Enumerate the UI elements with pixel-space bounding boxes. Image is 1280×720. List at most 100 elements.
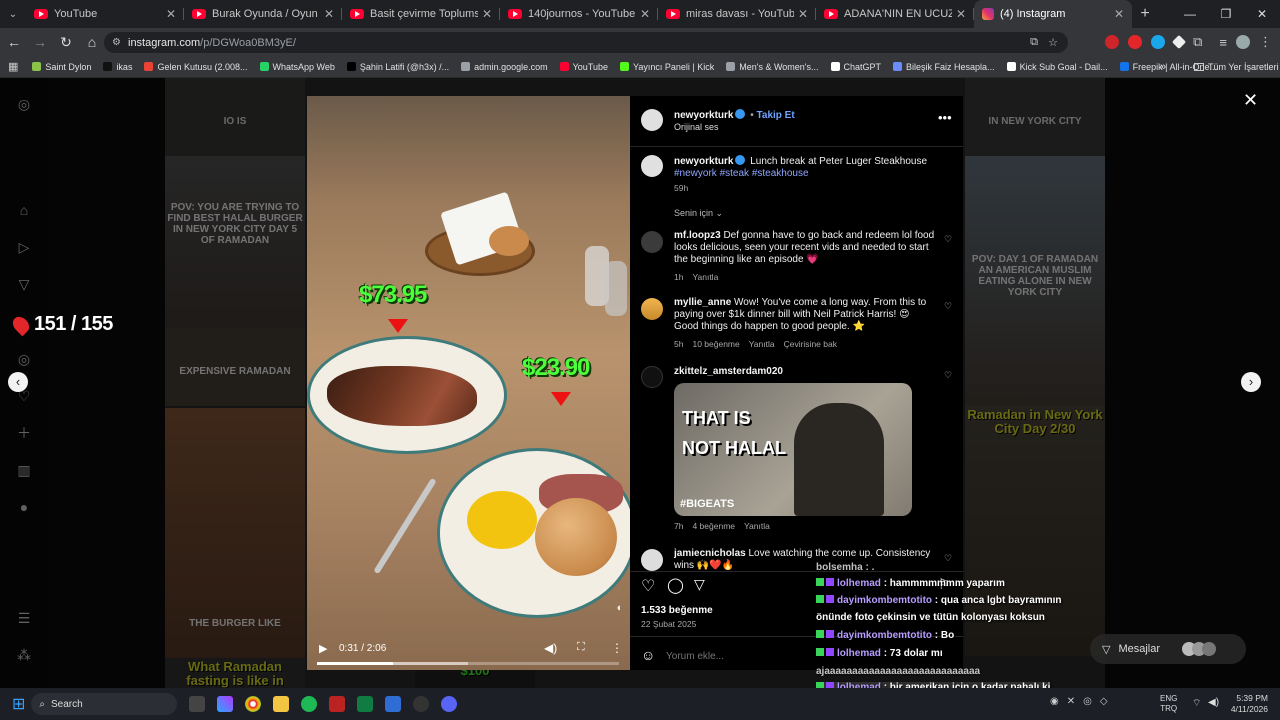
browser-tab[interactable]: Basit çevirme Toplumsal olaya ✕: [342, 0, 500, 28]
next-post-button[interactable]: ›: [1241, 372, 1261, 392]
bookmark-item[interactable]: ikas: [103, 62, 132, 72]
forward-icon[interactable]: →: [28, 34, 52, 50]
bookmark-item[interactable]: Kick Sub Goal - Dail...: [1006, 62, 1108, 72]
task-view-icon[interactable]: [189, 696, 206, 712]
commenter-avatar[interactable]: [641, 366, 663, 388]
tab-close-icon[interactable]: ✕: [166, 7, 176, 21]
extension-icon[interactable]: [1105, 35, 1120, 49]
tab-close-icon[interactable]: ✕: [956, 7, 966, 21]
volume-bubble-icon[interactable]: ◖: [615, 602, 622, 614]
clock[interactable]: 5:39 PM 4/11/2026: [1222, 693, 1268, 715]
spotify-icon[interactable]: [301, 696, 318, 712]
restore-icon[interactable]: ❐: [1208, 0, 1244, 28]
bookmark-item[interactable]: Gelen Kutusu (2.008...: [144, 62, 248, 72]
bookmark-item[interactable]: WhatsApp Web: [259, 62, 335, 72]
caption-username[interactable]: newyorkturk: [674, 156, 733, 167]
windows-start-icon[interactable]: ⊞: [12, 694, 25, 714]
comment-username[interactable]: myllie_anne: [674, 297, 731, 308]
url-field[interactable]: ⚙ instagram.com/p/DGWoa0BM3yE/ ⧉ ☆: [104, 32, 1068, 53]
audio-label[interactable]: Orijinal ses: [674, 122, 719, 132]
tray-icon[interactable]: ◎: [1083, 696, 1092, 707]
extension-icon[interactable]: [1128, 35, 1143, 49]
copilot-icon[interactable]: [217, 696, 234, 712]
comment-icon[interactable]: ◯: [667, 576, 684, 594]
comment-username[interactable]: zkittelz_amsterdam020: [674, 366, 783, 377]
reply-link[interactable]: Yanıtla: [749, 339, 775, 349]
follow-button[interactable]: Takip Et: [757, 110, 795, 121]
like-count[interactable]: 1.533 beğenme: [641, 605, 713, 616]
browser-tab[interactable]: (4) Instagram ✕: [974, 0, 1132, 28]
comment-like-icon[interactable]: ♡: [944, 301, 952, 312]
steam-icon[interactable]: ◉: [1050, 696, 1059, 707]
comment-likes[interactable]: 10 beğenme: [692, 339, 739, 349]
comment-username[interactable]: mf.loopz3: [674, 230, 721, 241]
extension-icon[interactable]: [1151, 35, 1166, 49]
reply-link[interactable]: Yanıtla: [692, 272, 718, 282]
all-bookmarks[interactable]: Tüm Yer İşaretleri: [1194, 62, 1279, 72]
taskbar-search[interactable]: ⌕ Search: [31, 693, 178, 715]
puzzle-icon[interactable]: ⧉: [1193, 34, 1202, 50]
bookmark-item[interactable]: Saint Dylon: [32, 62, 91, 72]
close-window-icon[interactable]: ✕: [1244, 0, 1280, 28]
tab-close-icon[interactable]: ✕: [640, 7, 650, 21]
comment-gif[interactable]: THAT IS NOT HALAL #BIGEATS: [674, 383, 912, 516]
author-avatar[interactable]: [641, 109, 663, 131]
browser-tab[interactable]: Burak Oyunda / Oyun Fatihi - D ✕: [184, 0, 342, 28]
reload-icon[interactable]: ↻: [54, 34, 78, 51]
bookmark-item[interactable]: Men's & Women's...: [726, 62, 819, 72]
browser-tab[interactable]: ADANA'NIN EN UCUZ VE EN P ✕: [816, 0, 974, 28]
comment-like-icon[interactable]: ♡: [944, 553, 952, 564]
like-icon[interactable]: ♡: [641, 576, 655, 596]
bookmark-item[interactable]: ChatGPT: [830, 62, 881, 72]
comment-likes[interactable]: 4 beğenme: [692, 521, 735, 531]
excel-icon[interactable]: [357, 696, 374, 712]
reply-link[interactable]: Yanıtla: [744, 521, 770, 531]
minimize-icon[interactable]: —: [1172, 0, 1208, 28]
seek-bar[interactable]: [317, 662, 619, 665]
commenter-avatar[interactable]: [641, 231, 663, 253]
app-icon[interactable]: [329, 696, 346, 712]
tab-close-icon[interactable]: ✕: [1114, 7, 1124, 21]
bookmark-item[interactable]: Bileşik Faiz Hesapla...: [893, 62, 995, 72]
network-icon[interactable]: ⌔: [1192, 697, 1201, 710]
translate-link[interactable]: Çevirisine bak: [784, 339, 837, 349]
caption-hashtags[interactable]: #newyork #steak #steakhouse: [674, 168, 809, 179]
tab-search-icon[interactable]: ⌄: [0, 0, 26, 28]
fullscreen-icon[interactable]: ⛶: [577, 641, 585, 654]
menu-dots-icon[interactable]: ⋮: [1259, 34, 1272, 50]
volume-icon[interactable]: ◀): [1208, 697, 1219, 708]
more-options-icon[interactable]: ⋮: [611, 641, 623, 655]
app-icon[interactable]: [385, 696, 402, 712]
tray-icon[interactable]: ◇: [1100, 696, 1108, 707]
reel-video[interactable]: $73.95 $23.90 ◖ ▶ 0:31 / 2:06 ◀) ⛶ ⋮: [307, 96, 630, 670]
back-icon[interactable]: ←: [2, 34, 26, 50]
tab-close-icon[interactable]: ✕: [324, 7, 334, 21]
browser-tab[interactable]: 140journos - YouTube ✕: [500, 0, 658, 28]
commenter-avatar[interactable]: [641, 549, 663, 571]
tab-close-icon[interactable]: ✕: [482, 7, 492, 21]
reading-list-icon[interactable]: ≡: [1219, 35, 1227, 50]
home-icon[interactable]: ⌂: [80, 34, 104, 50]
bookmark-item[interactable]: admin.google.com: [461, 62, 548, 72]
comment-username[interactable]: jamiecnicholas: [674, 548, 746, 559]
input-language[interactable]: ENG TRQ: [1160, 694, 1177, 714]
post-options-icon[interactable]: •••: [938, 110, 952, 125]
author-username[interactable]: newyorkturk: [674, 110, 733, 121]
messages-pill[interactable]: ▽ Mesajlar: [1090, 634, 1246, 664]
file-explorer-icon[interactable]: [273, 696, 290, 712]
commenter-avatar[interactable]: [641, 298, 663, 320]
browser-tab[interactable]: miras davası - YouTube ✕: [658, 0, 816, 28]
sort-dropdown[interactable]: Senin için ⌄: [674, 208, 723, 219]
bookmarks-more-icon[interactable]: »: [1160, 61, 1166, 73]
bookmark-item[interactable]: Yayıncı Paneli | Kick: [620, 62, 714, 72]
play-icon[interactable]: ▶: [319, 642, 327, 655]
caption-avatar[interactable]: [641, 155, 663, 177]
tray-icon[interactable]: ✕: [1067, 696, 1075, 707]
install-app-icon[interactable]: ⧉: [1030, 36, 1038, 49]
comment-like-icon[interactable]: ♡: [944, 234, 952, 245]
close-modal-icon[interactable]: ✕: [1243, 90, 1258, 111]
discord-icon[interactable]: [441, 696, 458, 712]
tab-close-icon[interactable]: ✕: [798, 7, 808, 21]
share-icon[interactable]: ▽: [694, 576, 705, 593]
new-tab-button[interactable]: +: [1132, 5, 1158, 23]
